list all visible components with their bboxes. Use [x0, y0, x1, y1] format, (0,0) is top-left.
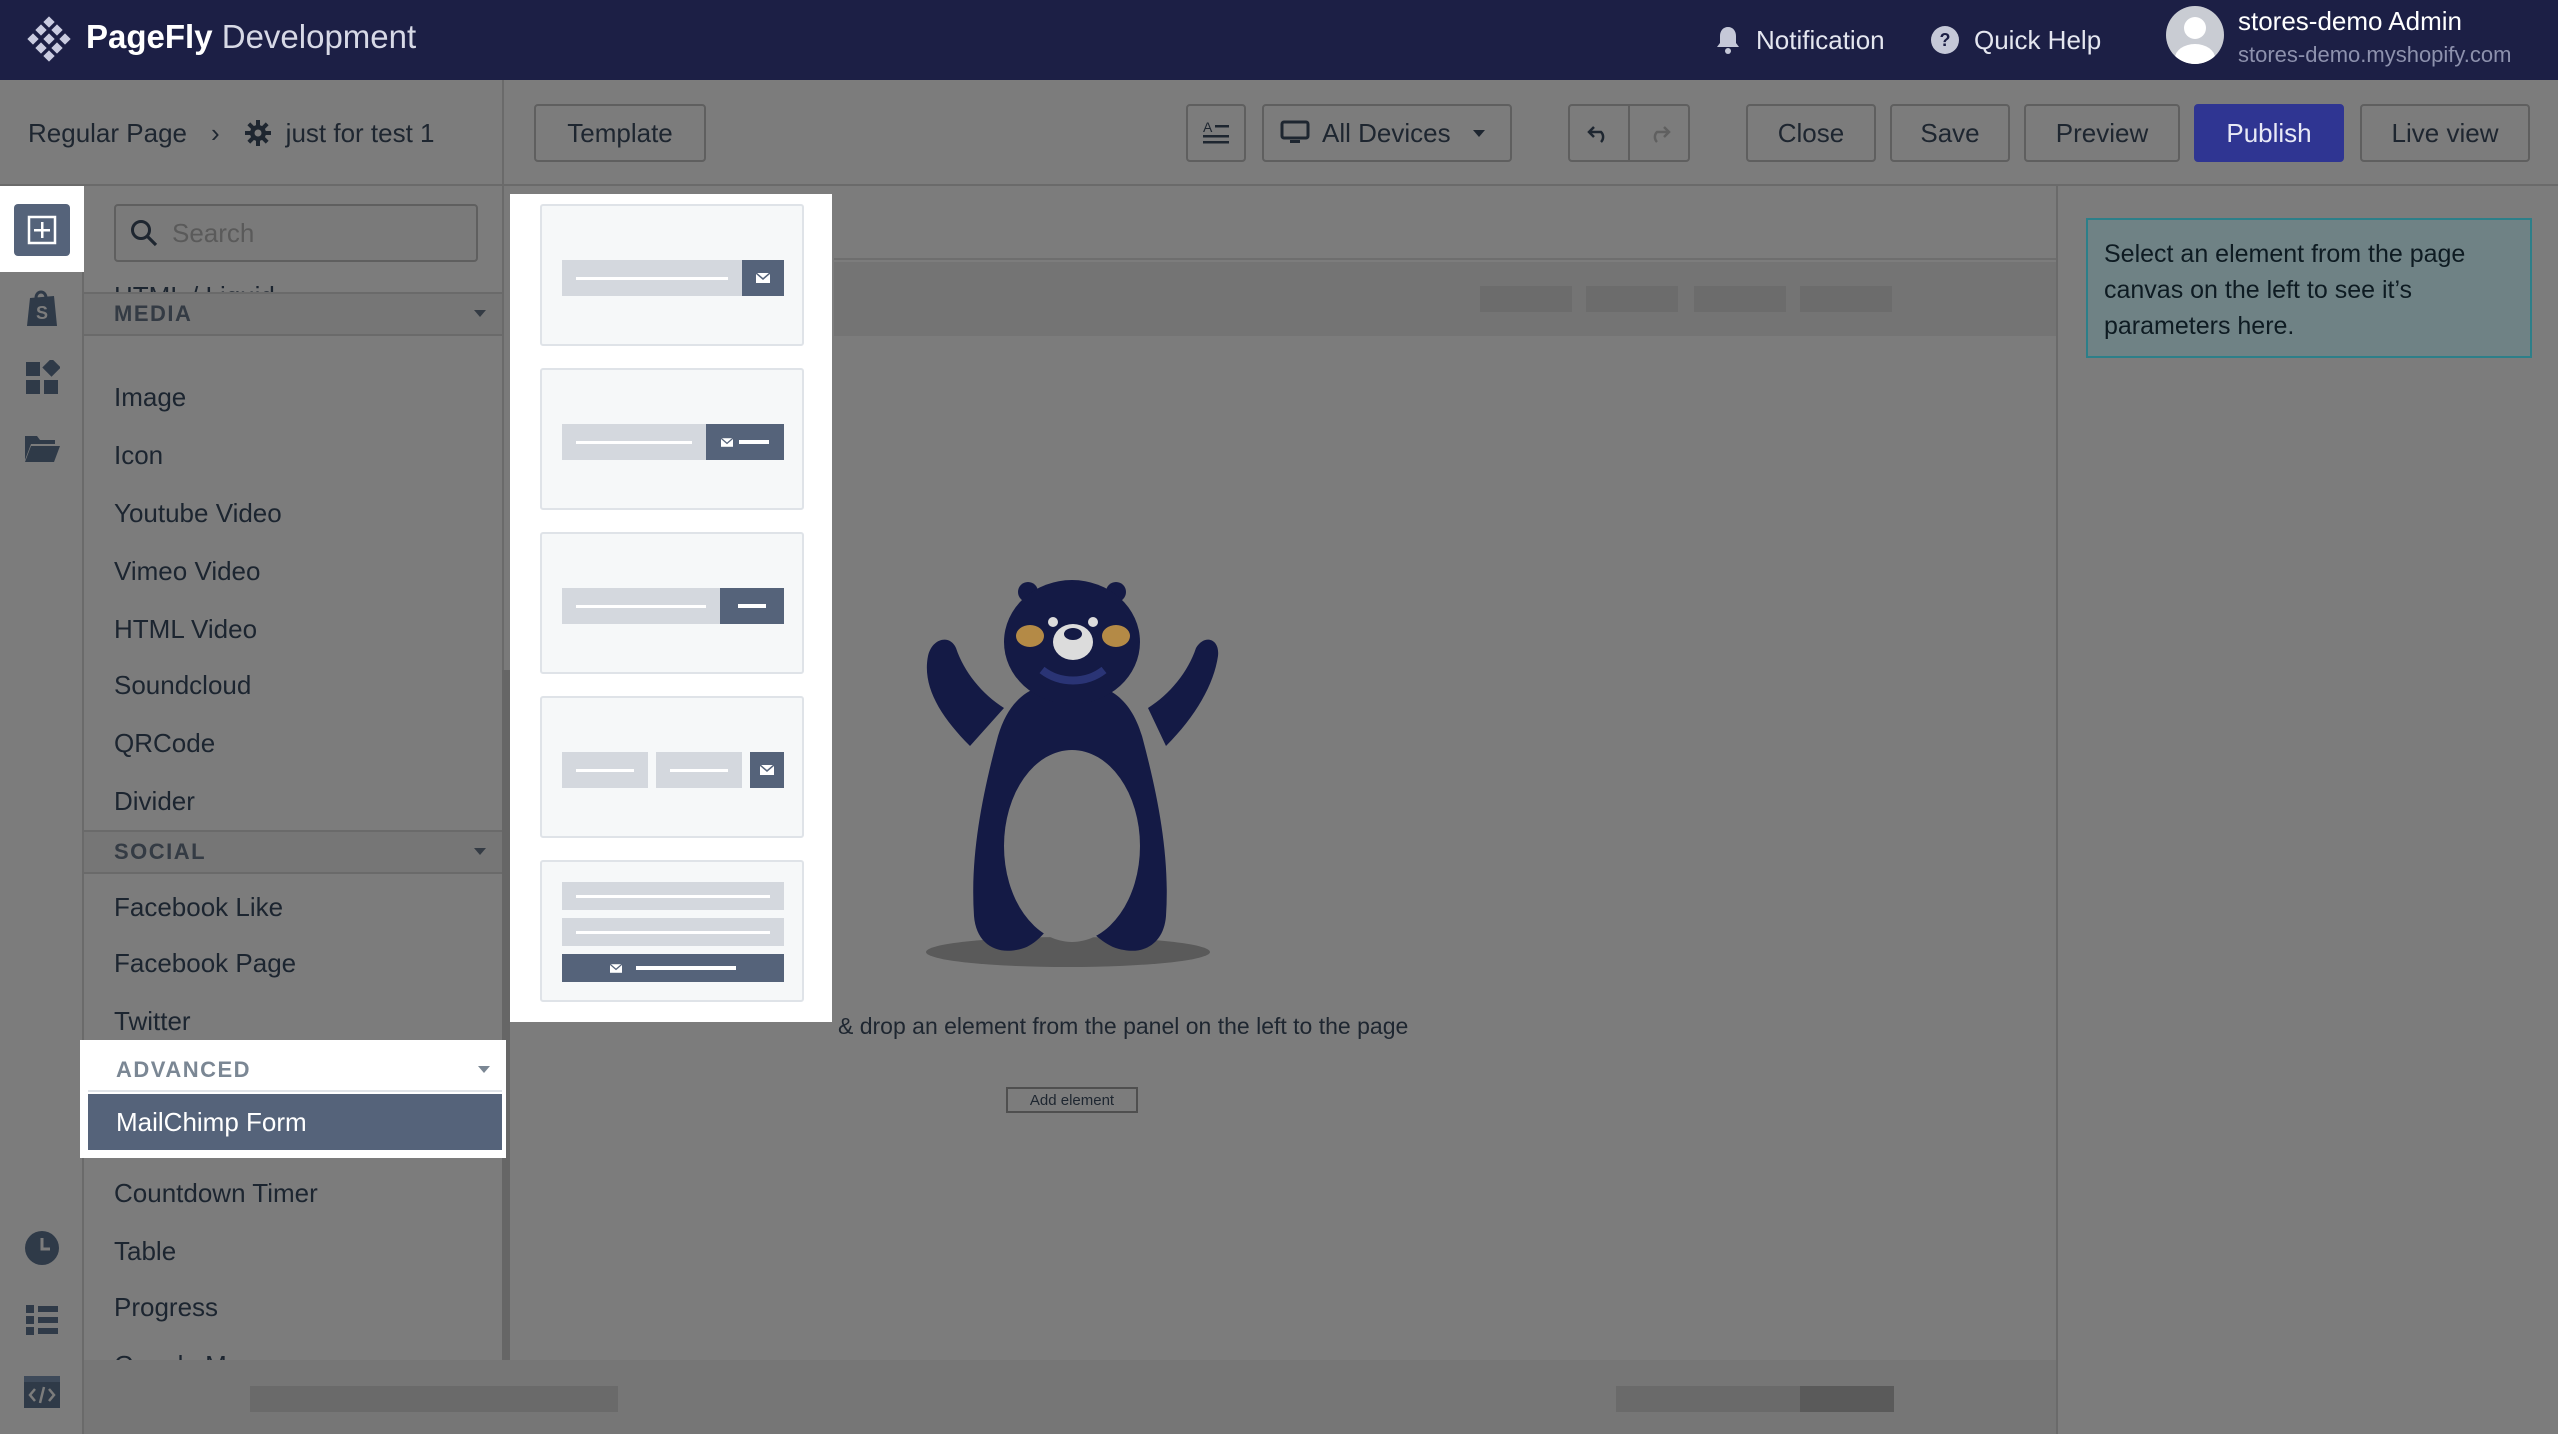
envelope-icon [756, 273, 770, 283]
element-item-html-video[interactable]: HTML Video [114, 614, 257, 645]
element-item-facebook-like[interactable]: Facebook Like [114, 892, 283, 923]
toolbar: Regular Page › just for test 1 Template … [0, 80, 2558, 186]
caret-down-icon [1472, 129, 1485, 137]
caret-down-icon [478, 1066, 490, 1073]
top-bar: PageFly Development Notification ? Quick… [0, 0, 2558, 80]
device-selector[interactable]: All Devices [1262, 104, 1512, 162]
user-store: stores-demo.myshopify.com [2238, 42, 2512, 67]
element-item-table[interactable]: Table [114, 1236, 176, 1267]
section-header-media[interactable]: MEDIA [84, 292, 502, 336]
svg-text:?: ? [1940, 30, 1951, 50]
nav-placeholder [1800, 286, 1892, 312]
element-item-icon[interactable]: Icon [114, 440, 163, 471]
avatar[interactable] [2166, 6, 2224, 64]
bell-icon [1717, 27, 1739, 54]
mailchimp-variant-2[interactable] [540, 368, 804, 510]
elements-panel: HTML / Liquid MEDIA Image Icon Youtube V… [84, 186, 504, 1381]
undo-icon [1587, 126, 1605, 143]
breadcrumb-page-type[interactable]: Regular Page [28, 118, 187, 149]
section-social-label: SOCIAL [114, 839, 207, 864]
desktop-icon [1280, 120, 1310, 143]
canvas-top-strip [834, 186, 2056, 260]
mailchimp-variants-panel [510, 194, 832, 1022]
element-item-facebook-page[interactable]: Facebook Page [114, 948, 296, 979]
device-label: All Devices [1322, 117, 1451, 148]
section-header-advanced[interactable]: ADVANCED [88, 1050, 502, 1092]
element-item-youtube-video[interactable]: Youtube Video [114, 498, 282, 529]
template-button[interactable]: Template [534, 104, 706, 162]
outline-list-icon[interactable] [20, 1298, 64, 1342]
mailchimp-variant-1[interactable] [540, 204, 804, 346]
element-item-vimeo-video[interactable]: Vimeo Video [114, 556, 260, 587]
section-header-social[interactable]: SOCIAL [84, 830, 502, 874]
breadcrumb: Regular Page › just for test 1 [0, 80, 504, 186]
user-name[interactable]: stores-demo Admin [2238, 6, 2462, 37]
element-item-soundcloud[interactable]: Soundcloud [114, 670, 251, 701]
element-item-countdown-timer[interactable]: Countdown Timer [114, 1178, 318, 1209]
quick-help-button[interactable]: ? Quick Help [1930, 20, 2101, 60]
code-editor-icon[interactable] [20, 1370, 64, 1414]
inspector-panel [2056, 186, 2558, 1434]
element-item-mailchimp-form[interactable]: MailChimp Form [88, 1094, 502, 1150]
add-element-tab[interactable] [0, 186, 84, 272]
close-button[interactable]: Close [1746, 104, 1876, 162]
mailchimp-variant-4[interactable] [540, 696, 804, 838]
notification-label: Notification [1756, 24, 1885, 55]
live-view-button[interactable]: Live view [2360, 104, 2530, 162]
envelope-icon [721, 437, 733, 447]
nav-placeholder [1586, 286, 1678, 312]
horizontal-scrollbar-thumb[interactable] [1800, 1386, 1894, 1412]
brand-title: PageFly Development [86, 18, 417, 55]
save-button[interactable]: Save [1890, 104, 2010, 162]
search-icon [131, 220, 158, 247]
undo-button[interactable] [1568, 104, 1630, 162]
history-clock-icon[interactable] [20, 1226, 64, 1270]
panel-scrollbar[interactable] [502, 670, 510, 1380]
envelope-icon [610, 963, 622, 973]
publish-button[interactable]: Publish [2194, 104, 2344, 162]
gear-icon[interactable] [244, 119, 272, 147]
element-item-twitter[interactable]: Twitter [114, 1006, 191, 1037]
caret-down-icon [474, 848, 486, 855]
mailchimp-variant-5[interactable] [540, 860, 804, 1002]
section-advanced-label: ADVANCED [116, 1057, 252, 1082]
nav-placeholder [1480, 286, 1572, 312]
section-media-label: MEDIA [114, 301, 193, 326]
redo-icon [1653, 126, 1671, 143]
horizontal-scrollbar-left[interactable] [250, 1386, 618, 1412]
folder-open-icon[interactable] [20, 426, 64, 470]
element-item-image[interactable]: Image [114, 382, 186, 413]
svg-text:S: S [36, 303, 48, 323]
preview-button[interactable]: Preview [2024, 104, 2180, 162]
drop-hint-text: & drop an element from the panel on the … [838, 1013, 1409, 1039]
breadcrumb-page-name[interactable]: just for test 1 [286, 118, 435, 149]
inspector-empty-message: Select an element from the page canvas o… [2086, 218, 2532, 358]
text-align-icon: A [1203, 119, 1229, 144]
plus-square-icon [14, 204, 70, 256]
redo-button[interactable] [1628, 104, 1690, 162]
nav-placeholder [1694, 286, 1786, 312]
caret-down-icon [474, 310, 486, 317]
bear-mascot-icon [926, 580, 1219, 967]
user-icon [2175, 17, 2215, 64]
add-element-button[interactable]: Add element [1006, 1087, 1138, 1113]
quick-help-label: Quick Help [1974, 24, 2102, 55]
element-item-divider[interactable]: Divider [114, 786, 195, 817]
left-icon-rail: S [0, 186, 84, 1434]
mailchimp-variant-3[interactable] [540, 532, 804, 674]
shopify-bag-icon[interactable]: S [20, 286, 64, 330]
element-item-qrcode[interactable]: QRCode [114, 728, 215, 759]
help-circle-icon: ? [1931, 26, 1959, 54]
search-input[interactable] [172, 217, 452, 249]
chevron-right-icon: › [211, 117, 220, 148]
pagefly-logo-icon [27, 16, 71, 62]
element-item-progress[interactable]: Progress [114, 1292, 218, 1323]
text-format-button[interactable]: A [1186, 104, 1246, 162]
search-box[interactable] [114, 204, 478, 262]
widgets-icon[interactable] [20, 356, 64, 400]
svg-text:A: A [1203, 119, 1213, 135]
envelope-icon [760, 765, 774, 775]
notification-button[interactable]: Notification [1714, 20, 1885, 60]
